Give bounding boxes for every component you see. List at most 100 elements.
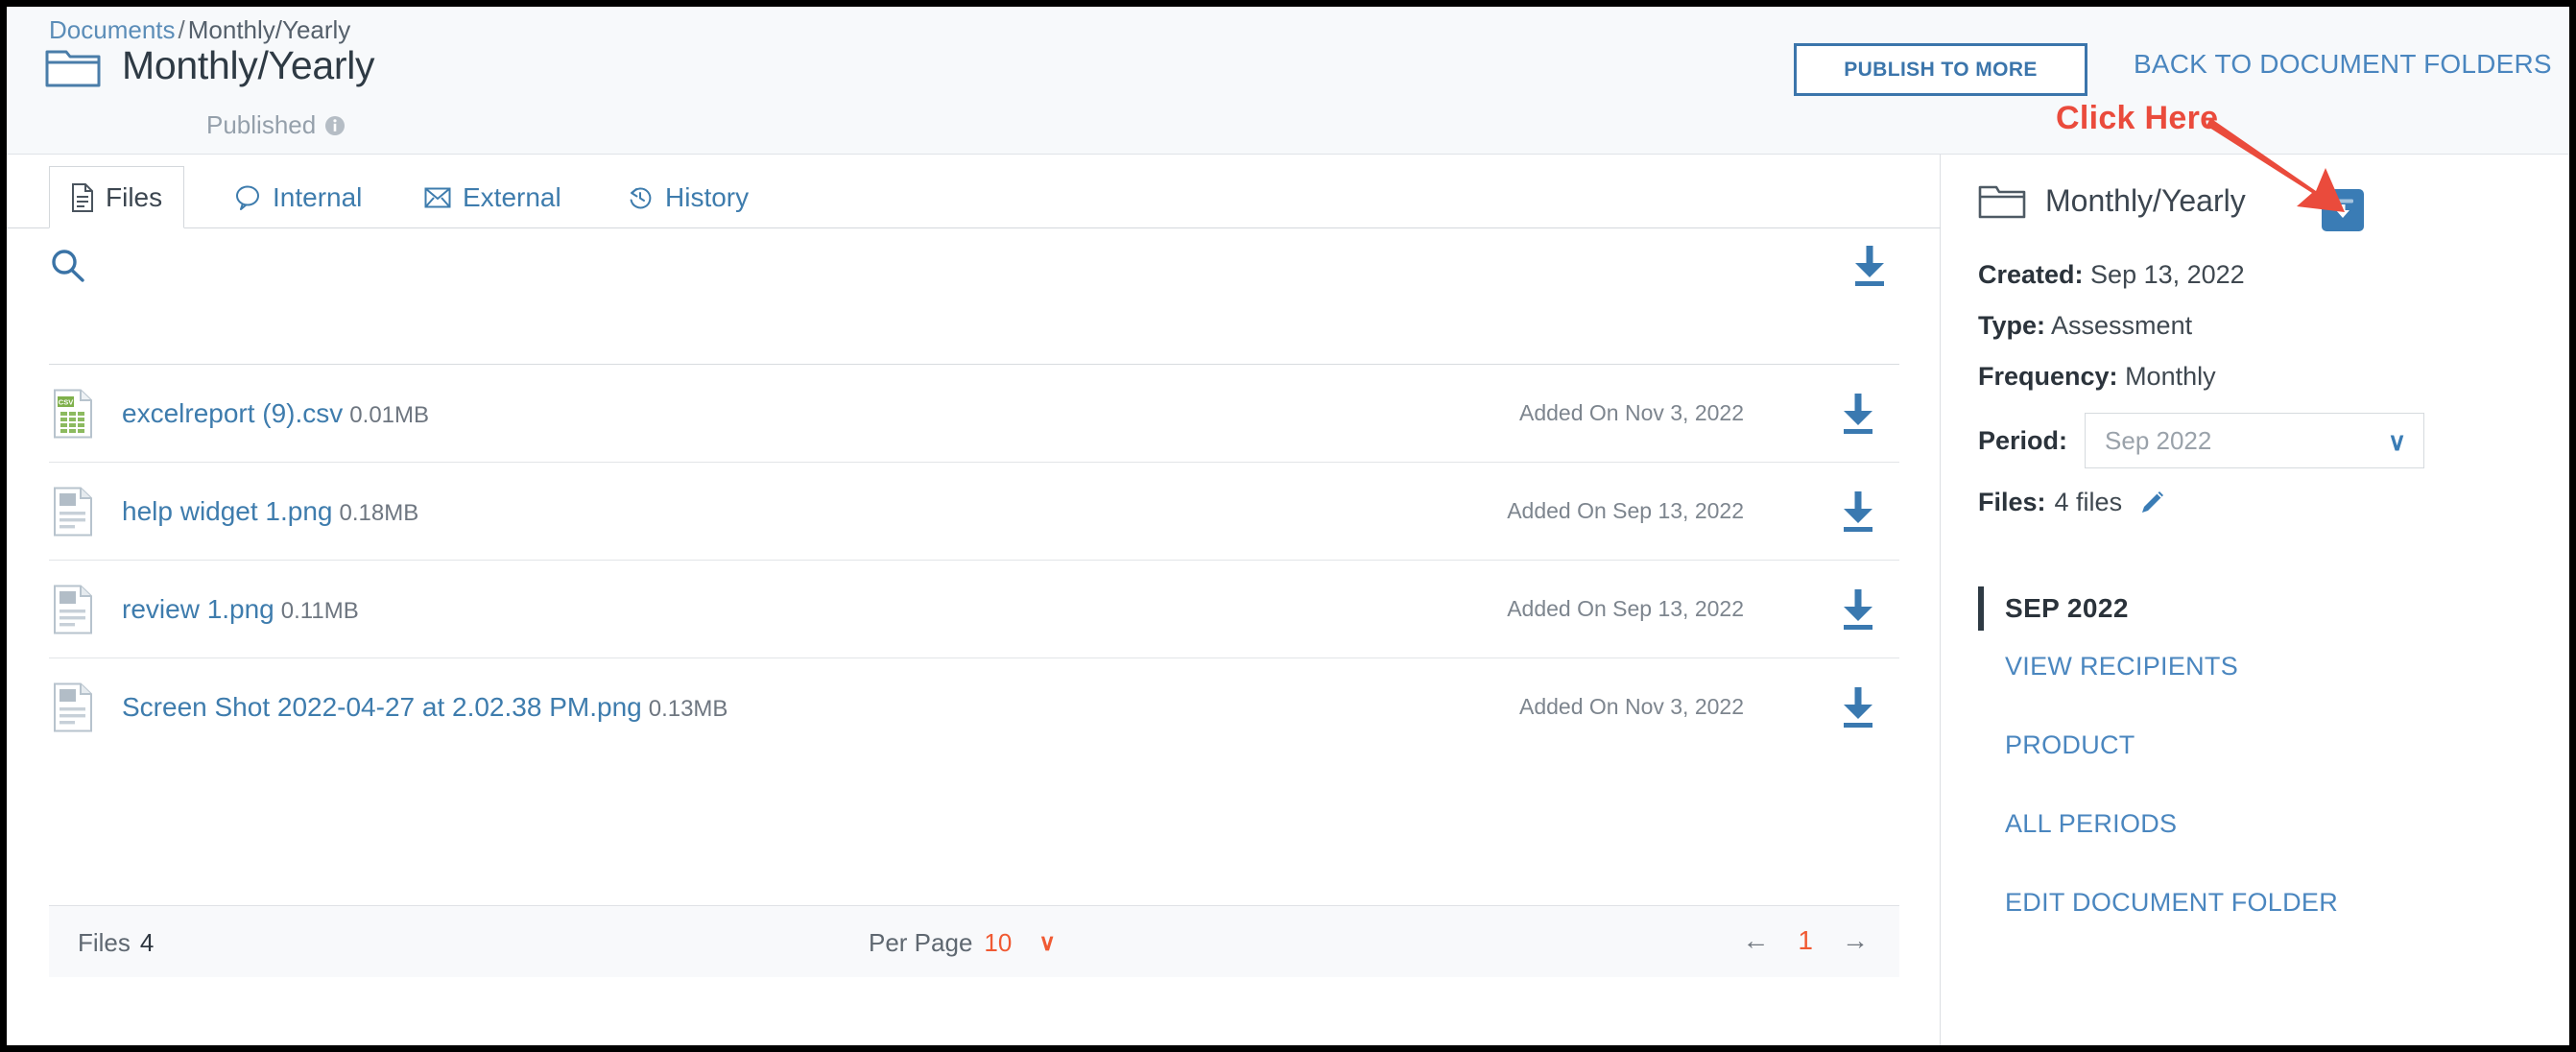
- tab-bar: Files Internal External History: [7, 155, 1941, 228]
- pencil-icon[interactable]: [2137, 489, 2166, 517]
- files-toolbar: [7, 228, 1941, 303]
- envelope-icon: [424, 186, 451, 209]
- file-label: Screen Shot 2022-04-27 at 2.02.38 PM.png…: [122, 692, 727, 723]
- next-page-arrow-icon[interactable]: →: [1842, 925, 1869, 956]
- tab-internal[interactable]: Internal: [213, 166, 383, 228]
- file-added-date: Added On Sep 13, 2022: [1507, 596, 1744, 621]
- frequency-label: Frequency:: [1978, 362, 2118, 391]
- per-page-selector[interactable]: Per Page 10 ∨: [869, 928, 1056, 958]
- file-size: 0.01MB: [349, 401, 430, 428]
- tab-history[interactable]: History: [606, 166, 770, 228]
- breadcrumb-documents-link[interactable]: Documents: [49, 15, 176, 44]
- info-icon[interactable]: [324, 115, 346, 136]
- sidebar-folder-title: Monthly/Yearly: [2045, 182, 2246, 218]
- folder-icon: [45, 44, 101, 88]
- folder-title-row: Monthly/Yearly: [45, 43, 375, 88]
- per-page-value: 10: [984, 928, 1013, 957]
- period-select-value: Sep 2022: [2105, 425, 2212, 455]
- file-name-link[interactable]: review 1.png: [122, 594, 274, 624]
- tab-history-label: History: [665, 181, 750, 212]
- file-added-date: Added On Sep 13, 2022: [1507, 498, 1744, 523]
- per-page-label: Per Page: [869, 928, 973, 957]
- file-label: review 1.png 0.11MB: [122, 594, 359, 625]
- history-clock-icon: [627, 184, 654, 211]
- back-to-document-folders-link[interactable]: BACK TO DOCUMENT FOLDERS: [2134, 49, 2552, 80]
- csv-file-icon: CSV: [53, 389, 95, 439]
- download-icon[interactable]: [1838, 587, 1878, 632]
- image-file-icon: [53, 487, 95, 537]
- page-number[interactable]: 1: [1798, 925, 1813, 956]
- type-value: Assessment: [2051, 311, 2193, 340]
- document-icon: [71, 182, 94, 212]
- files-count-value: 4: [139, 928, 155, 957]
- file-size: 0.13MB: [648, 695, 728, 722]
- file-list: CSV excelreport (9).csv 0.01MB Added On N…: [49, 364, 1899, 755]
- tab-external[interactable]: External: [403, 166, 583, 228]
- tab-files-label: Files: [106, 181, 163, 212]
- sidebar-item-product[interactable]: PRODUCT: [2005, 730, 2542, 760]
- created-value: Sep 13, 2022: [2090, 260, 2245, 289]
- file-label: help widget 1.png 0.18MB: [122, 496, 418, 527]
- files-row: Files: 4 files: [1978, 488, 2544, 517]
- sidebar-item-edit-document-folder[interactable]: EDIT DOCUMENT FOLDER: [2005, 888, 2542, 918]
- table-row[interactable]: Screen Shot 2022-04-27 at 2.02.38 PM.png…: [49, 658, 1899, 755]
- file-name-link[interactable]: excelreport (9).csv: [122, 398, 343, 428]
- click-here-annotation: Click Here: [2056, 100, 2219, 136]
- period-accent-bar: [1978, 586, 1984, 631]
- published-status: Published: [206, 110, 346, 140]
- download-all-icon[interactable]: [1849, 244, 1890, 293]
- prev-page-arrow-icon[interactable]: ←: [1742, 925, 1769, 956]
- publish-to-more-button[interactable]: PUBLISH TO MORE: [1794, 43, 2087, 96]
- sidebar-item-all-periods[interactable]: ALL PERIODS: [2005, 809, 2542, 839]
- table-row[interactable]: review 1.png 0.11MB Added On Sep 13, 2022: [49, 560, 1899, 658]
- period-header-text: SEP 2022: [2005, 593, 2129, 623]
- file-name-link[interactable]: Screen Shot 2022-04-27 at 2.02.38 PM.png: [122, 692, 642, 722]
- period-row: Period: Sep 2022 ∨: [1978, 413, 2544, 468]
- svg-text:CSV: CSV: [59, 397, 73, 406]
- search-icon[interactable]: [49, 248, 87, 286]
- breadcrumb: Documents / Monthly/Yearly: [49, 15, 350, 45]
- comment-bubble-icon: [234, 184, 261, 211]
- chevron-down-icon: ∨: [2387, 427, 2407, 456]
- period-label: Period:: [1978, 425, 2068, 455]
- image-file-icon: [53, 585, 95, 634]
- sidebar-action-links: VIEW RECIPIENTS PRODUCT ALL PERIODS EDIT…: [2005, 652, 2542, 967]
- page-title: Monthly/Yearly: [122, 43, 375, 87]
- sidebar-item-view-recipients[interactable]: VIEW RECIPIENTS: [2005, 652, 2542, 681]
- folder-metadata: Created: Sep 13, 2022 Type: Assessment F…: [1978, 260, 2544, 517]
- chevron-down-icon[interactable]: ∨: [1038, 929, 1056, 957]
- frequency-row: Frequency: Monthly: [1978, 362, 2544, 392]
- breadcrumb-current: Monthly/Yearly: [187, 15, 351, 44]
- type-row: Type: Assessment: [1978, 311, 2544, 341]
- document-folder-page: Documents / Monthly/Yearly Monthly/Yearly …: [0, 0, 2576, 1052]
- file-size: 0.11MB: [280, 597, 359, 624]
- file-name-link[interactable]: help widget 1.png: [122, 496, 333, 526]
- files-count-label: Files: [78, 928, 131, 957]
- files-label: Files:: [1978, 488, 2046, 516]
- table-row[interactable]: CSV excelreport (9).csv 0.01MB Added On N…: [49, 364, 1899, 462]
- page-navigation: ← 1 →: [1742, 925, 1869, 956]
- tab-files[interactable]: Files: [49, 166, 185, 228]
- folder-download-icon[interactable]: [2322, 189, 2364, 231]
- pagination-bar: Files 4 Per Page 10 ∨ ← 1 →: [49, 905, 1899, 977]
- details-sidebar: Monthly/Yearly Created: Sep 13, 2022 Typ…: [1942, 155, 2569, 1045]
- period-select[interactable]: Sep 2022 ∨: [2085, 413, 2425, 468]
- status-badge: Published: [206, 110, 317, 139]
- folder-icon: [1978, 181, 2026, 220]
- frequency-value: Monthly: [2125, 362, 2216, 391]
- files-main-pane: Files Internal External History CSV exce…: [7, 155, 1941, 1045]
- download-icon[interactable]: [1838, 392, 1878, 436]
- download-icon[interactable]: [1838, 685, 1878, 729]
- files-value: 4 files: [2054, 488, 2123, 516]
- created-row: Created: Sep 13, 2022: [1978, 260, 2544, 290]
- table-row[interactable]: help widget 1.png 0.18MB Added On Sep 13,…: [49, 462, 1899, 560]
- file-added-date: Added On Nov 3, 2022: [1519, 694, 1744, 719]
- files-count: Files 4: [78, 928, 154, 958]
- file-added-date: Added On Nov 3, 2022: [1519, 400, 1744, 425]
- download-icon[interactable]: [1838, 490, 1878, 534]
- created-label: Created:: [1978, 260, 2084, 289]
- sidebar-folder-title-row: Monthly/Yearly: [1978, 181, 2246, 220]
- breadcrumb-separator: /: [178, 15, 185, 44]
- file-label: excelreport (9).csv 0.01MB: [122, 398, 429, 429]
- type-label: Type:: [1978, 311, 2046, 340]
